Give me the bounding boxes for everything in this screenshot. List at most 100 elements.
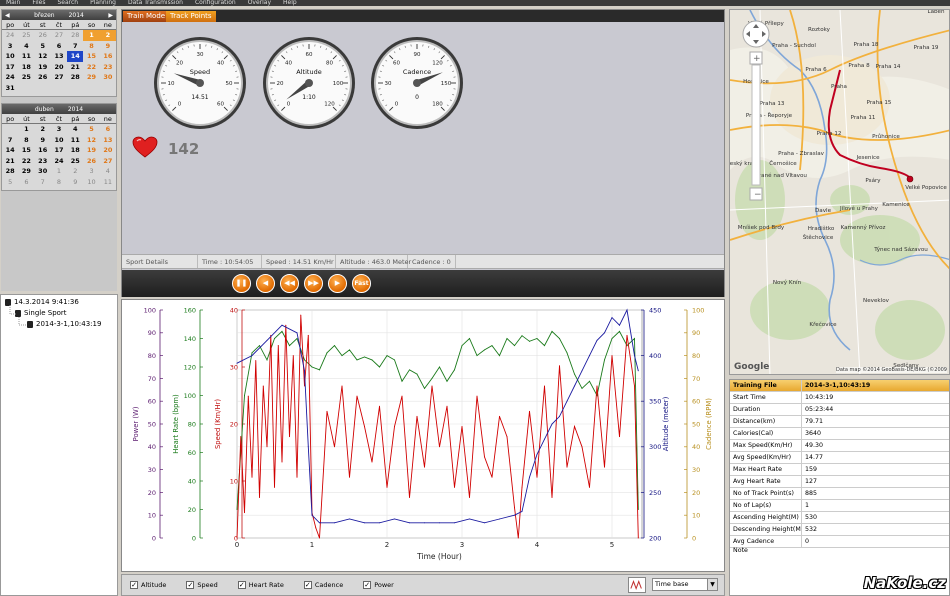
calendar-day[interactable]: 21 xyxy=(2,156,18,167)
calendar-day[interactable]: 29 xyxy=(18,166,34,177)
calendar-day[interactable]: 9 xyxy=(67,177,83,188)
calendar-day[interactable]: 20 xyxy=(100,145,116,156)
calendar-day[interactable]: 19 xyxy=(83,145,99,156)
calendar-day[interactable]: 6 xyxy=(18,177,34,188)
checkmark-icon[interactable]: ✓ xyxy=(130,581,138,589)
calendar-day[interactable]: 8 xyxy=(18,135,34,146)
calendar-day[interactable]: 19 xyxy=(35,62,51,73)
calendar-day[interactable]: 13 xyxy=(51,51,67,62)
calendar-day[interactable]: 26 xyxy=(83,156,99,167)
checkmark-icon[interactable]: ✓ xyxy=(303,581,312,589)
calendar-day[interactable]: 27 xyxy=(100,156,116,167)
calendar-day[interactable]: 17 xyxy=(51,145,67,156)
calendar-day[interactable]: 12 xyxy=(83,135,99,146)
menu-item[interactable]: Overlay xyxy=(248,0,271,6)
calendar-day[interactable]: 31 xyxy=(2,83,18,94)
tab-track-points[interactable]: Track Points xyxy=(166,11,216,22)
calendar-day[interactable]: 10 xyxy=(2,51,18,62)
calendar-day[interactable]: 16 xyxy=(100,51,116,62)
calendar-day[interactable]: 28 xyxy=(2,166,18,177)
calendar-day[interactable] xyxy=(2,124,18,135)
chart-option-checkbox[interactable]: ✓ Altitude xyxy=(130,581,166,589)
calendar-day[interactable]: 4 xyxy=(67,124,83,135)
fast-button[interactable]: Fast xyxy=(352,274,371,293)
calendar-day[interactable]: 25 xyxy=(18,72,34,83)
calendar-day[interactable]: 5 xyxy=(83,124,99,135)
calendar-day[interactable]: 3 xyxy=(51,124,67,135)
play-button[interactable]: ▶ xyxy=(328,274,347,293)
calendar-day[interactable]: 15 xyxy=(83,51,99,62)
next-month-icon[interactable]: ▶ xyxy=(108,12,113,19)
calendar-day[interactable]: 4 xyxy=(100,166,116,177)
calendar-day[interactable]: 6 xyxy=(100,124,116,135)
calendar-day[interactable]: 18 xyxy=(18,62,34,73)
waveform-icon[interactable] xyxy=(628,577,646,593)
calendar-day[interactable]: 9 xyxy=(35,135,51,146)
calendar-day[interactable]: 25 xyxy=(67,156,83,167)
calendar-day[interactable]: 3 xyxy=(83,166,99,177)
tab-train-mode[interactable]: Train Mode xyxy=(123,11,170,22)
menu-item[interactable]: Help xyxy=(283,0,297,6)
calendar-day[interactable]: 7 xyxy=(67,41,83,52)
forward-button[interactable]: ▶▶ xyxy=(304,274,323,293)
chart-option-checkbox[interactable]: ✓ Cadence xyxy=(303,581,343,589)
calendar-day[interactable]: 5 xyxy=(2,177,18,188)
timebase-select[interactable]: Time base ▼ xyxy=(652,578,718,591)
calendar-day[interactable]: 29 xyxy=(83,72,99,83)
checkmark-icon[interactable]: ✓ xyxy=(363,581,372,589)
calendar-day[interactable]: 22 xyxy=(83,62,99,73)
tree-file[interactable]: 2014-3-1,10:43:19 xyxy=(27,320,101,328)
calendar-day[interactable]: 8 xyxy=(51,177,67,188)
calendar-day[interactable]: 12 xyxy=(35,51,51,62)
calendar-day[interactable]: 17 xyxy=(2,62,18,73)
calendar-day[interactable]: 18 xyxy=(67,145,83,156)
map-canvas[interactable]: Velké PřílepyRoztokyLabenPraha 18Praha -… xyxy=(730,10,950,375)
calendar-day[interactable]: 30 xyxy=(100,72,116,83)
menu-item[interactable]: Data Transmission xyxy=(128,0,183,6)
calendar-day[interactable]: 14 xyxy=(2,145,18,156)
route-map[interactable]: Velké Přílepy Roztoky Laben Praha 18 Praha -… xyxy=(729,9,950,375)
calendar-day[interactable]: 6 xyxy=(51,41,67,52)
rewind-button[interactable]: ◀◀ xyxy=(280,274,299,293)
calendar-day[interactable]: 11 xyxy=(67,135,83,146)
menu-item[interactable]: Planning xyxy=(90,0,116,6)
calendar-day[interactable]: 2 xyxy=(35,124,51,135)
calendar-day[interactable]: 9 xyxy=(100,41,116,52)
calendar-day[interactable]: 28 xyxy=(67,30,83,41)
calendar-day[interactable]: 24 xyxy=(2,72,18,83)
checkmark-icon[interactable]: ✓ xyxy=(237,581,246,589)
menu-item[interactable]: Configuration xyxy=(195,0,236,6)
calendar-day[interactable]: 20 xyxy=(51,62,67,73)
calendar-day[interactable]: 11 xyxy=(100,177,116,188)
calendar-day[interactable]: 22 xyxy=(18,156,34,167)
menu-item[interactable]: Files xyxy=(32,0,45,6)
calendar-day[interactable]: 30 xyxy=(35,166,51,177)
calendar-day[interactable]: 4 xyxy=(18,41,34,52)
checkmark-icon[interactable]: ✓ xyxy=(186,581,195,589)
calendar-day[interactable]: 1 xyxy=(83,30,100,41)
calendar-day[interactable]: 10 xyxy=(51,135,67,146)
calendar-day[interactable]: 14 xyxy=(67,51,84,62)
calendar-day[interactable]: 27 xyxy=(51,30,67,41)
calendar-day[interactable]: 3 xyxy=(2,41,18,52)
calendar-day[interactable]: 26 xyxy=(35,30,51,41)
calendar-day[interactable]: 8 xyxy=(83,41,99,52)
calendar-day[interactable]: 26 xyxy=(35,72,51,83)
calendar-day[interactable]: 25 xyxy=(18,30,34,41)
calendar-day[interactable]: 16 xyxy=(35,145,51,156)
calendar-day[interactable]: 28 xyxy=(67,72,83,83)
calendar-day[interactable]: 1 xyxy=(51,166,67,177)
calendar-day[interactable]: 7 xyxy=(35,177,51,188)
calendar-day[interactable]: 11 xyxy=(18,51,34,62)
calendar-day[interactable]: 24 xyxy=(2,30,18,41)
calendar-day[interactable]: 13 xyxy=(100,135,116,146)
calendar-day[interactable]: 23 xyxy=(35,156,51,167)
calendar-day[interactable]: 2 xyxy=(67,166,83,177)
calendar-day[interactable]: 24 xyxy=(51,156,67,167)
chart-option-checkbox[interactable]: ✓ Power xyxy=(363,581,394,589)
pause-button[interactable]: ❚❚ xyxy=(232,274,251,293)
menu-item[interactable]: Search xyxy=(58,0,79,6)
step-back-button[interactable]: ◀ xyxy=(256,274,275,293)
calendar-day[interactable]: 7 xyxy=(2,135,18,146)
calendar-day[interactable]: 15 xyxy=(18,145,34,156)
